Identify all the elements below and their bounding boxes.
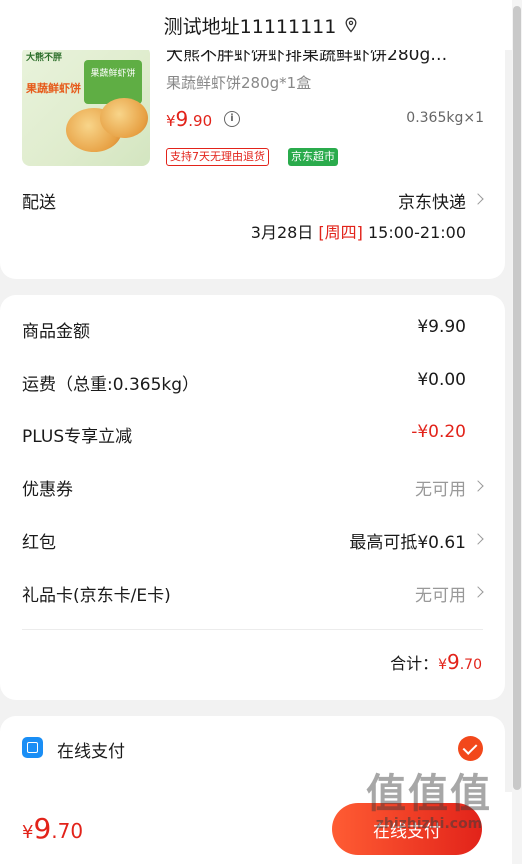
scrollbar-thumb[interactable] xyxy=(513,6,521,790)
store-tag: 京东超市 xyxy=(288,148,338,166)
product-price: ¥9.90 xyxy=(166,107,213,131)
payment-method-label[interactable]: 在线支付 xyxy=(57,737,125,762)
gift-card-value[interactable]: 无可用 xyxy=(415,581,466,606)
product-image-brand: 大熊不胖 xyxy=(26,53,63,63)
product-spec: 果蔬鲜虾饼280g*1盒 xyxy=(166,74,312,92)
delivery-label: 配送 xyxy=(22,193,56,213)
subtotal: 合计：¥9.70 xyxy=(390,650,482,674)
product-image[interactable]: 大熊不胖 果蔬鲜虾饼 果蔬鲜虾饼 xyxy=(22,46,150,166)
plus-discount-label: PLUS专享立减 xyxy=(22,427,133,447)
shrimp-patty-graphic xyxy=(100,98,148,138)
plus-discount-value: -¥0.20 xyxy=(411,422,466,442)
shipping-fee-label: 运费（总重:0.365kg） xyxy=(22,375,200,395)
product-image-box: 果蔬鲜虾饼 xyxy=(84,60,142,104)
gift-card-label[interactable]: 礼品卡(京东卡/E卡) xyxy=(22,581,171,606)
shipping-fee-value: ¥0.00 xyxy=(417,370,466,390)
delivery-time[interactable]: 3月28日 [周四] 15:00-21:00 xyxy=(251,219,466,243)
divider xyxy=(22,629,483,630)
weight-quantity: 0.365kg×1 xyxy=(406,110,484,126)
return-policy-tag: 支持7天无理由退货 xyxy=(166,148,269,166)
red-packet-value[interactable]: 最高可抵¥0.61 xyxy=(349,528,466,553)
total-price: ¥9.70 xyxy=(22,812,84,845)
address-text[interactable]: 测试地址11111111 xyxy=(164,12,337,39)
location-pin-icon xyxy=(345,17,357,33)
goods-amount-label: 商品金额 xyxy=(22,322,90,342)
product-image-title: 果蔬鲜虾饼 xyxy=(26,82,81,95)
coupon-value[interactable]: 无可用 xyxy=(415,475,466,500)
red-packet-label[interactable]: 红包 xyxy=(22,528,56,553)
online-payment-icon xyxy=(22,737,43,758)
submit-order-button[interactable]: 在线支付 xyxy=(332,803,482,855)
address-header[interactable]: 测试地址11111111 xyxy=(0,0,522,50)
delivery-method[interactable]: 京东快递 xyxy=(398,188,466,213)
checkmark-selected-icon[interactable] xyxy=(458,736,483,761)
goods-amount-value: ¥9.90 xyxy=(417,317,466,337)
coupon-label[interactable]: 优惠券 xyxy=(22,475,73,500)
info-icon[interactable]: i xyxy=(224,111,240,127)
